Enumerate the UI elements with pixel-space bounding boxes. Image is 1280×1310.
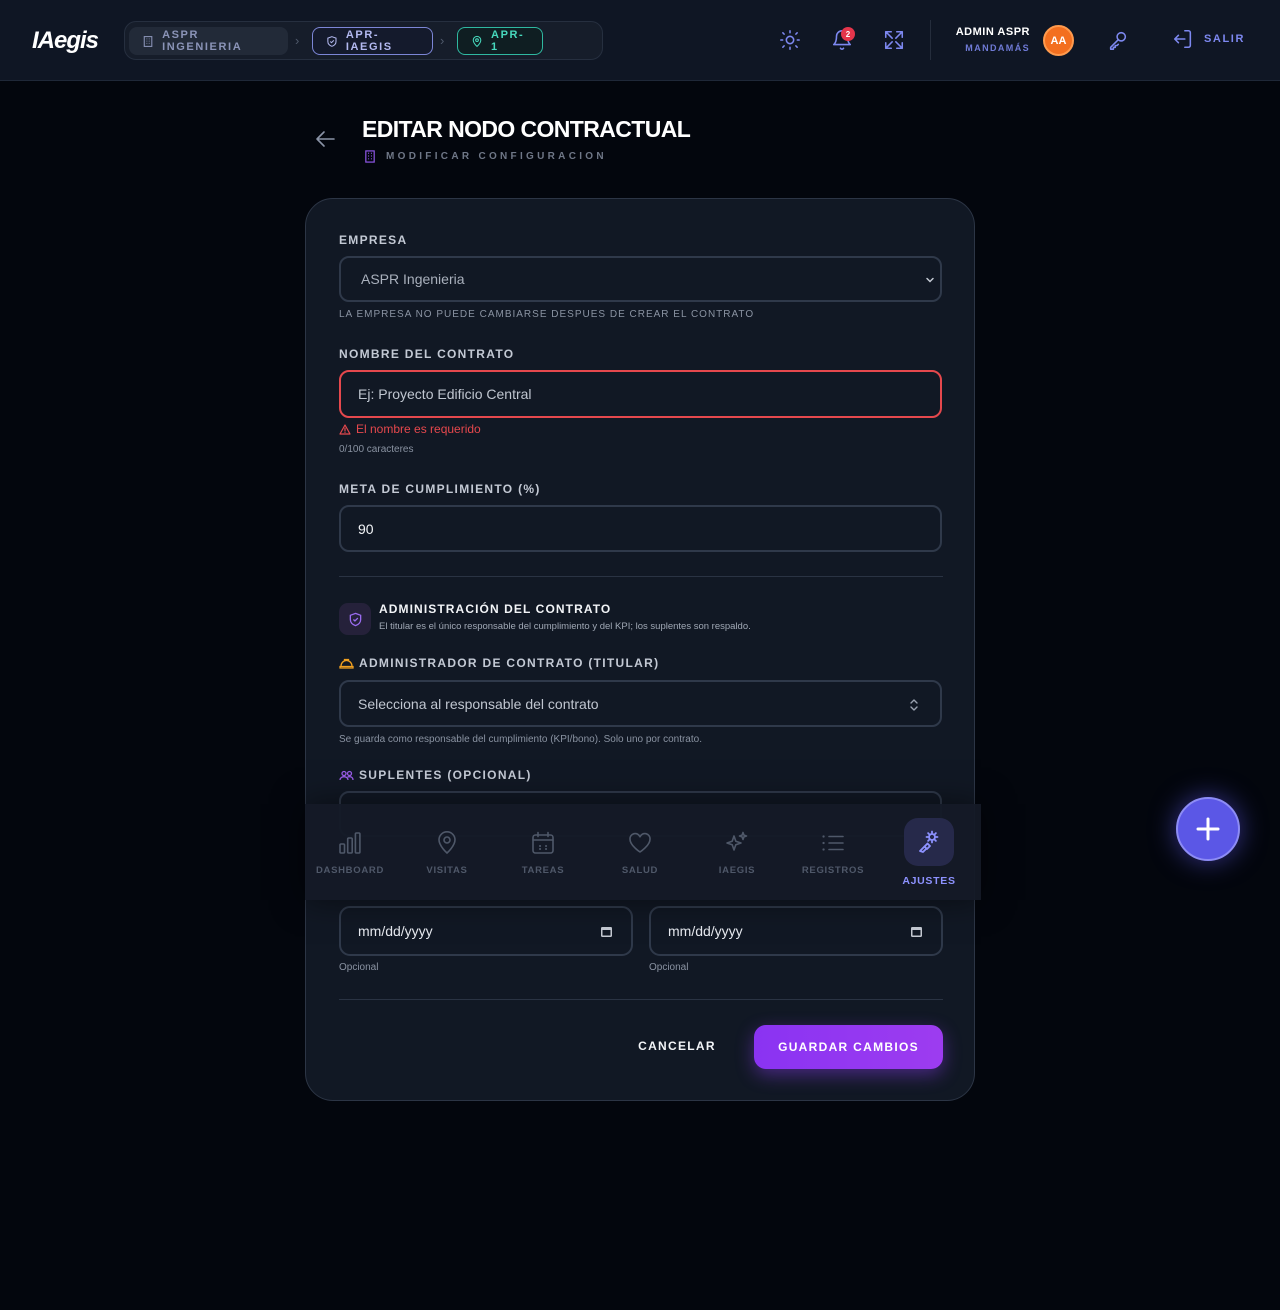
- footer-divider: [339, 999, 943, 1000]
- cancel-button[interactable]: CANCELAR: [622, 1025, 732, 1067]
- plus-icon: [1196, 817, 1220, 841]
- sparkles-icon: [726, 831, 748, 851]
- nav-label: AJUSTES: [902, 875, 956, 887]
- user-name: ADMIN ASPR: [955, 26, 1030, 38]
- warning-icon: [339, 423, 351, 435]
- nav-label: SALUD: [621, 865, 659, 876]
- nav-item-salud[interactable]: SALUD: [592, 804, 688, 900]
- settings-icon: [919, 830, 939, 853]
- shield-check-icon: [349, 612, 361, 626]
- nombre-placeholder: Ej: Proyecto Edificio Central: [358, 386, 532, 402]
- page-subtitle-text: MODIFICAR CONFIGURACION: [386, 151, 607, 162]
- key-icon[interactable]: [1107, 29, 1129, 51]
- empresa-value: ASPR Ingenieria: [361, 271, 465, 287]
- list-icon: [822, 835, 844, 851]
- calendar-icon[interactable]: [600, 925, 613, 938]
- breadcrumb-separator: ›: [440, 33, 445, 48]
- nav-item-iaegis[interactable]: IAEGIS: [689, 804, 785, 900]
- calendar-icon: [532, 831, 554, 854]
- breadcrumb-company-label: ASPR INGENIERIA: [162, 29, 243, 53]
- hard-hat-icon: [339, 658, 354, 669]
- building-icon: [143, 35, 153, 47]
- bottom-nav: DASHBOARD VISITAS TAREAS SALUD IAEGIS RE…: [305, 804, 981, 900]
- nav-label: VISITAS: [426, 865, 468, 876]
- breadcrumb-project[interactable]: APR-IAEGIS: [312, 27, 433, 55]
- nav-item-dashboard[interactable]: DASHBOARD: [302, 804, 398, 900]
- titular-label-row: ADMINISTRADOR DE CONTRATO (TITULAR): [339, 656, 659, 670]
- breadcrumb-project-label: APR-IAEGIS: [345, 29, 393, 53]
- users-icon: [339, 770, 354, 781]
- end-date-placeholder: mm/dd/yyyy: [668, 923, 743, 939]
- building-icon: [365, 150, 375, 163]
- end-date-hint: Opcional: [649, 962, 689, 973]
- page-title: EDITAR NODO CONTRACTUAL: [362, 116, 691, 142]
- header-divider: [930, 20, 931, 60]
- fullscreen-icon[interactable]: [883, 29, 905, 51]
- chevron-up-down-icon: [910, 699, 918, 711]
- nombre-error: El nombre es requerido: [339, 422, 481, 436]
- empresa-select[interactable]: ASPR Ingenieria: [339, 256, 942, 302]
- page-subtitle: MODIFICAR CONFIGURACION: [364, 150, 607, 163]
- notification-badge: 2: [841, 27, 855, 41]
- nombre-counter: 0/100 caracteres: [339, 444, 414, 455]
- save-button[interactable]: GUARDAR CAMBIOS: [754, 1025, 943, 1069]
- suplentes-label-row: SUPLENTES (OPCIONAL): [339, 768, 532, 782]
- edit-contract-form: EMPRESA ASPR Ingenieria LA EMPRESA NO PU…: [305, 198, 975, 1101]
- nombre-error-text: El nombre es requerido: [356, 422, 481, 436]
- nav-label: TAREAS: [521, 865, 565, 876]
- nav-active-pill: [904, 818, 954, 866]
- titular-placeholder: Selecciona al responsable del contrato: [358, 695, 599, 712]
- user-role: MANDAMÁS: [965, 43, 1030, 53]
- app-logo[interactable]: IAegis: [32, 27, 99, 55]
- admin-section-description: El titular es el único responsable del c…: [379, 621, 751, 632]
- meta-input[interactable]: 90: [339, 505, 942, 552]
- nombre-input[interactable]: Ej: Proyecto Edificio Central: [339, 370, 942, 418]
- suplentes-label: SUPLENTES (OPCIONAL): [359, 768, 532, 782]
- map-pin-icon: [438, 831, 456, 855]
- meta-value: 90: [358, 520, 374, 537]
- nombre-label: NOMBRE DEL CONTRATO: [339, 347, 515, 361]
- titular-select[interactable]: Selecciona al responsable del contrato: [339, 680, 942, 727]
- logout-label: SALIR: [1204, 33, 1245, 45]
- chevron-down-icon: [926, 277, 934, 283]
- nav-label: REGISTROS: [801, 865, 865, 876]
- empresa-hint: LA EMPRESA NO PUEDE CAMBIARSE DESPUES DE…: [339, 309, 755, 320]
- sun-icon[interactable]: [779, 29, 801, 51]
- start-date-input[interactable]: mm/dd/yyyy: [339, 906, 633, 956]
- map-pin-icon: [472, 35, 482, 47]
- section-divider: [339, 576, 943, 577]
- nav-label: DASHBOARD: [315, 865, 385, 876]
- nav-item-visitas[interactable]: VISITAS: [399, 804, 495, 900]
- shield-icon: [327, 35, 337, 47]
- titular-label: ADMINISTRADOR DE CONTRATO (TITULAR): [359, 656, 660, 670]
- breadcrumb: ASPR INGENIERIA › APR-IAEGIS › APR-1: [124, 21, 603, 60]
- end-date-input[interactable]: mm/dd/yyyy: [649, 906, 943, 956]
- meta-label: META DE CUMPLIMIENTO (%): [339, 482, 541, 496]
- bar-chart-icon: [339, 832, 361, 854]
- nav-item-registros[interactable]: REGISTROS: [785, 804, 881, 900]
- admin-section-icon: [339, 603, 371, 635]
- heart-icon: [629, 832, 651, 853]
- start-date-placeholder: mm/dd/yyyy: [358, 923, 433, 939]
- breadcrumb-site[interactable]: APR-1: [457, 27, 543, 55]
- empresa-label: EMPRESA: [339, 233, 408, 247]
- breadcrumb-site-label: APR-1: [491, 29, 525, 53]
- nav-item-ajustes[interactable]: AJUSTES: [881, 804, 977, 900]
- back-arrow-icon[interactable]: [313, 128, 337, 150]
- nav-item-tareas[interactable]: TAREAS: [495, 804, 591, 900]
- nav-label: IAEGIS: [718, 865, 756, 876]
- add-fab-button[interactable]: [1176, 797, 1240, 861]
- avatar[interactable]: AA: [1043, 25, 1074, 56]
- top-bar: IAegis ASPR INGENIERIA › APR-IAEGIS › AP…: [0, 0, 1280, 81]
- start-date-hint: Opcional: [339, 962, 379, 973]
- breadcrumb-separator: ›: [295, 33, 300, 48]
- logout-icon: [1173, 29, 1192, 49]
- calendar-icon[interactable]: [910, 925, 923, 938]
- titular-hint: Se guarda como responsable del cumplimie…: [339, 734, 702, 745]
- logout-button[interactable]: SALIR: [1172, 28, 1245, 50]
- breadcrumb-company[interactable]: ASPR INGENIERIA: [129, 27, 288, 55]
- admin-section-title: ADMINISTRACIÓN DEL CONTRATO: [379, 602, 612, 616]
